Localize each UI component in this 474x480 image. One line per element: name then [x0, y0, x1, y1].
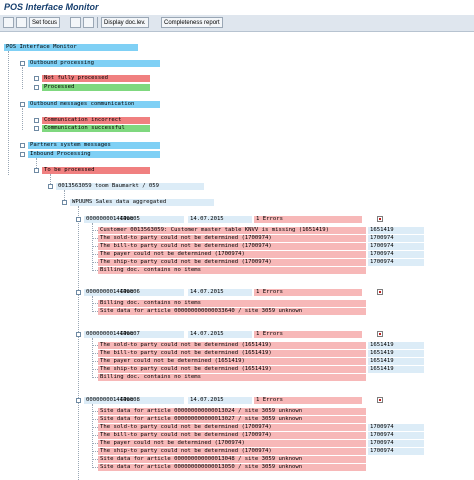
- idoc-date: 14.07.2015: [188, 289, 252, 296]
- message-value: 1700974: [368, 440, 424, 447]
- find-next-icon[interactable]: [83, 17, 94, 28]
- find-icon[interactable]: [70, 17, 81, 28]
- collapse-node-icon[interactable]: [20, 102, 25, 107]
- tree-line: [92, 296, 93, 312]
- display-doc-lev-button[interactable]: Display doc.lev.: [101, 17, 149, 28]
- collapse-node-icon[interactable]: [20, 143, 25, 148]
- message-text[interactable]: Billing doc. contains no items: [98, 374, 366, 381]
- error-log-icon[interactable]: [377, 331, 383, 337]
- wpuums-node[interactable]: WPUUMS Sales data aggregated: [70, 199, 214, 206]
- message-value: 1700974: [368, 448, 424, 455]
- completeness-report-button[interactable]: Completeness report: [161, 17, 223, 28]
- tree-line: [36, 158, 37, 168]
- processed-node[interactable]: Processed: [42, 84, 150, 91]
- idoc-type: IDoc: [120, 289, 134, 295]
- idoc-date: 14.07.2015: [188, 397, 252, 404]
- message-text[interactable]: The payer could not be determined (16514…: [98, 358, 366, 365]
- message-text[interactable]: Site data for article 000000000000033640…: [98, 308, 366, 315]
- idoc-errors: 1 Errors: [254, 331, 362, 338]
- collapse-node-icon[interactable]: [76, 398, 81, 403]
- message-text[interactable]: Site data for article 000000000000013048…: [98, 456, 366, 463]
- message-text[interactable]: The bill-to party could not be determine…: [98, 432, 366, 439]
- title-bar: POS Interface Monitor: [0, 0, 474, 15]
- expand-icon[interactable]: [3, 17, 14, 28]
- message-value: 1651419: [368, 342, 424, 349]
- toolbar-separator: [97, 17, 98, 28]
- error-log-icon[interactable]: [377, 216, 383, 222]
- message-value: 1700974: [368, 259, 424, 266]
- message-text[interactable]: The ship-to party could not be determine…: [98, 366, 366, 373]
- message-value: 1700974: [368, 235, 424, 242]
- tree-view: POS Interface Monitor Outbound processin…: [0, 32, 474, 480]
- idoc-date: 14.07.2015: [188, 331, 252, 338]
- tree-line: [92, 338, 93, 378]
- collapse-node-icon[interactable]: [76, 332, 81, 337]
- message-text[interactable]: The bill-to party could not be determine…: [98, 243, 366, 250]
- collapse-node-icon[interactable]: [76, 290, 81, 295]
- message-text[interactable]: Site data for article 000000000000013024…: [98, 408, 366, 415]
- tree-line: [8, 51, 9, 175]
- toolbar: Set focus Display doc.lev. Completeness …: [0, 15, 474, 32]
- tree-line: [78, 206, 79, 480]
- collapse-node-icon[interactable]: [20, 61, 25, 66]
- collapse-node-icon[interactable]: [34, 168, 39, 173]
- store-node[interactable]: 0013563059 toom Baumarkt / 059: [56, 183, 204, 190]
- message-value: 1700974: [368, 424, 424, 431]
- communication-incorrect-node[interactable]: Communication incorrect: [42, 117, 150, 124]
- to-be-processed-node[interactable]: To be processed: [42, 167, 150, 174]
- collapse-node-icon[interactable]: [76, 217, 81, 222]
- message-value: 1651419: [368, 366, 424, 373]
- tree-line: [64, 190, 65, 200]
- message-text[interactable]: The payer could not be determined (17009…: [98, 440, 366, 447]
- message-text[interactable]: The sold-to party could not be determine…: [98, 424, 366, 431]
- message-value: 1651419: [368, 350, 424, 357]
- collapse-icon[interactable]: [16, 17, 27, 28]
- message-text[interactable]: Customer 0013563059: Customer master tab…: [98, 227, 366, 234]
- message-text[interactable]: Billing doc. contains no items: [98, 300, 366, 307]
- idoc-type: IDoc: [120, 397, 134, 403]
- message-value: 1651419: [368, 227, 424, 234]
- inbound-processing-node[interactable]: Inbound Processing: [28, 151, 160, 158]
- error-log-icon[interactable]: [377, 397, 383, 403]
- outbound-processing-node[interactable]: Outbound processing: [28, 60, 160, 67]
- tree-root[interactable]: POS Interface Monitor: [4, 44, 138, 51]
- collapse-node-icon[interactable]: [20, 152, 25, 157]
- collapse-node-icon[interactable]: [34, 126, 39, 131]
- error-log-icon[interactable]: [377, 289, 383, 295]
- message-text[interactable]: The ship-to party could not be determine…: [98, 448, 366, 455]
- partners-system-messages-node[interactable]: Partners system messages: [28, 142, 160, 149]
- idoc-errors: 1 Errors: [254, 397, 362, 404]
- collapse-node-icon[interactable]: [34, 118, 39, 123]
- message-value: 1700974: [368, 243, 424, 250]
- not-fully-processed-node[interactable]: Not fully processed: [42, 75, 150, 82]
- tree-line: [22, 67, 23, 89]
- set-focus-button[interactable]: Set focus: [29, 17, 61, 28]
- outbound-messages-node[interactable]: Outbound messages communication: [28, 101, 160, 108]
- message-text[interactable]: Site data for article 000000000000013050…: [98, 464, 366, 471]
- collapse-node-icon[interactable]: [34, 85, 39, 90]
- collapse-node-icon[interactable]: [34, 76, 39, 81]
- idoc-type: IDoc: [120, 216, 134, 222]
- tree-line: [22, 108, 23, 130]
- message-text[interactable]: The ship-to party could not be determine…: [98, 259, 366, 266]
- message-value: 1651419: [368, 358, 424, 365]
- idoc-type: IDoc: [120, 331, 134, 337]
- idoc-date: 14.07.2015: [188, 216, 252, 223]
- window-title: POS Interface Monitor: [4, 2, 99, 12]
- idoc-errors: 1 Errors: [254, 289, 362, 296]
- collapse-node-icon[interactable]: [62, 200, 67, 205]
- collapse-node-icon[interactable]: [48, 184, 53, 189]
- message-text[interactable]: Site data for article 000000000000013027…: [98, 416, 366, 423]
- message-text[interactable]: The sold-to party could not be determine…: [98, 235, 366, 242]
- communication-successful-node[interactable]: Communication successful: [42, 125, 150, 132]
- tree-line: [50, 174, 51, 184]
- message-text[interactable]: The payer could not be determined (17009…: [98, 251, 366, 258]
- message-value: 1700974: [368, 432, 424, 439]
- message-text[interactable]: The sold-to party could not be determine…: [98, 342, 366, 349]
- message-text[interactable]: Billing doc. contains no items: [98, 267, 366, 274]
- idoc-errors: 1 Errors: [254, 216, 362, 223]
- message-text[interactable]: The bill-to party could not be determine…: [98, 350, 366, 357]
- message-value: 1700974: [368, 251, 424, 258]
